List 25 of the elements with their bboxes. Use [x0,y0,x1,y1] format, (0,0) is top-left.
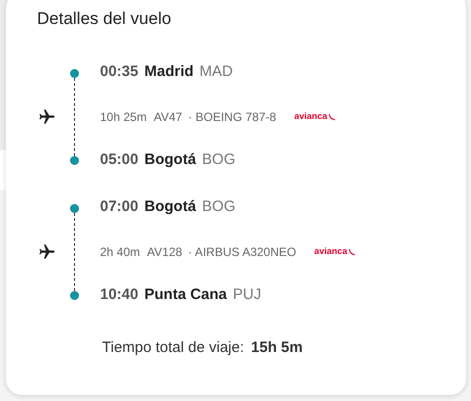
aircraft-type: · AIRBUS A320NEO [188,244,296,260]
city: Bogotá [144,197,196,218]
card-title: Detalles del vuelo [37,8,172,30]
time: 00:35 [100,62,138,82]
airport-code: BOG [202,197,236,218]
flight-number: AV128 [147,244,182,260]
aircraft-type: · BOEING 787-8 [188,108,276,126]
airline-logo: avianca [314,244,356,258]
airplane-icon [37,242,57,260]
airport-code: PUJ [232,285,262,306]
airport-code: BOG [202,150,236,170]
airport-code: MAD [200,62,233,82]
total-time-value: 15h 5m [251,338,303,358]
flight-duration: 10h 25m [100,108,147,126]
time: 10:40 [100,285,138,306]
airplane-icon [37,108,57,126]
airline-logo: avianca [294,110,336,124]
flight-number: AV47 [154,108,182,126]
time: 07:00 [100,197,138,218]
city: Bogotá [144,150,196,170]
city: Madrid [144,62,194,82]
time: 05:00 [100,150,138,170]
total-time-label: Tiempo total de viaje: [102,338,244,358]
flight-duration: 2h 40m [100,244,140,260]
city: Punta Cana [144,285,227,306]
